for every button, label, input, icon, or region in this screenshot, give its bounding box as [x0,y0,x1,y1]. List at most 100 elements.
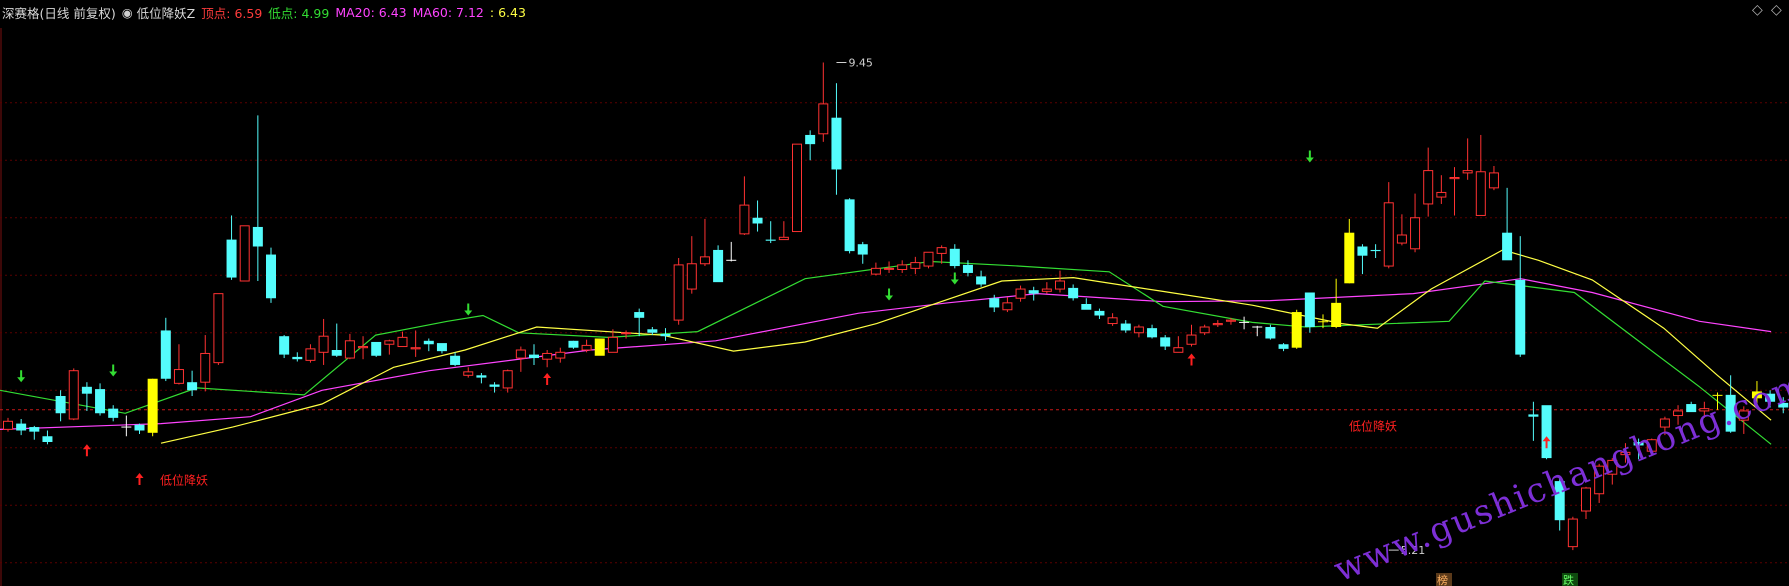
candle-body-down [95,389,106,414]
candle-body-down [279,336,290,355]
candle-body-up [1396,234,1407,244]
legend-ma60-value: 7.12 [456,4,484,20]
candle-body-signal [147,378,158,433]
legend-low-value: 4.99 [301,5,330,21]
candle-body-down [1357,246,1368,256]
candle-body-up [213,293,224,364]
candle-body-up [870,267,881,275]
legend-item-high: 顶点: 6.59 [201,3,262,22]
candle-body-up [792,143,802,233]
candle-body-down [949,248,960,267]
sell-arrow-icon [1305,150,1314,163]
legend-high-label: 顶点: [201,5,231,21]
candle-body-up [173,369,184,384]
legend-high-value: 6.59 [234,5,263,21]
candle-body-down [1515,279,1526,355]
candle-body-up [1173,347,1184,353]
candle-body-up [318,335,329,353]
settings-icon[interactable]: ◉ [122,5,133,20]
candle-body-up [358,346,369,349]
candle-body-up [502,370,513,389]
legend-ma60-label: MA60: [412,4,453,20]
candle-body-down [134,424,145,431]
candle-body-up [1436,191,1447,198]
candle-body-up [1055,280,1065,290]
candle-body-down [568,340,579,348]
candle-body-up [1002,302,1013,311]
collapse-button[interactable]: ◇ [1752,2,1763,18]
candle-body-down [436,343,447,352]
candle-body-up [1462,170,1473,174]
badge-text: 跌 [1563,573,1574,586]
candle-body-up [542,352,553,360]
signal-label-right: 低位降妖 [1349,419,1397,434]
candle-body-down [765,239,776,241]
candle-body-up [1410,217,1421,250]
buy-arrow-icon [1187,353,1196,366]
candle-body-down [1265,327,1276,339]
candle-body-up [397,336,408,348]
candle-body-down [529,354,539,359]
candle-body-up [68,370,79,420]
buy-arrow-icon [543,373,552,385]
expand-button[interactable]: ◇ [1771,2,1782,18]
candle-body-up [1475,171,1486,216]
candle-body-up [818,103,829,135]
candle-body-up [1488,172,1499,189]
candle-body-down [266,254,276,299]
candle-body-down [29,427,40,432]
candle-body-up [200,352,211,383]
legend-item-ma60: MA60: 7.12 [413,5,484,20]
candle-body-up [1199,326,1210,334]
high-price-label: 9.45 [848,57,873,70]
candle-body-up [1567,518,1578,548]
candle-body-down [805,134,816,145]
candle-body-down [489,384,500,387]
legend-ma20-label: MA20: [335,4,375,20]
legend-yellow-value: 6.43 [498,4,526,20]
candle-body-down [187,382,198,391]
chart-header: 深赛格(日线 前复权) ◉ 低位降妖Z 顶点: 6.59 低点: 4.99 MA… [2,3,532,21]
candle-body-down [423,340,434,345]
candle-body-signal [1318,321,1328,323]
candle-body-down [16,423,27,431]
sell-arrow-icon [17,370,26,383]
candle-body-down [1068,287,1079,299]
candle-body-up [1107,317,1118,325]
candle-body-down [1541,405,1552,459]
candle-body-down [752,217,763,224]
candle-body-up [1383,202,1394,267]
candle-body-down [713,249,724,283]
candle-body-down [1278,344,1289,349]
candle-body-up [3,420,13,430]
indicator-name[interactable]: 低位降妖Z [137,3,196,22]
candle-body-up [555,351,566,359]
candle-body-down [160,330,171,379]
sell-arrow-icon [950,272,959,285]
candle-body-up [305,348,316,361]
legend-item-low: 低点: 4.99 [268,3,329,22]
candle-body-down [1028,290,1039,294]
candle-body-down [476,375,487,378]
candle-body-down [1120,323,1131,331]
candle-body-up [621,332,632,335]
candle-body-down [976,276,987,285]
candlestick-chart[interactable]: 9.455.21低位降妖低位降妖榜 跌www.gushichanghong.com [0,0,1789,586]
candle-body-down [857,244,868,255]
candle-body-down [844,199,855,252]
candle-body-up [1133,326,1144,334]
candle-body-down [831,117,842,170]
ma-green-line [0,260,1772,445]
candle-body-down [226,239,237,278]
candle-body-up [1449,177,1460,180]
candle-body-down [1081,304,1092,310]
candle-body-signal [1344,232,1355,284]
candle-body-up [910,262,921,269]
candle-body-up [581,344,592,351]
candle-body-down [962,264,973,273]
candle-body-up [384,340,395,345]
candle-body-down [252,226,263,247]
candle-body-down [1370,249,1381,252]
candle-body-signal [1291,312,1302,348]
candle-body-up [515,349,526,359]
